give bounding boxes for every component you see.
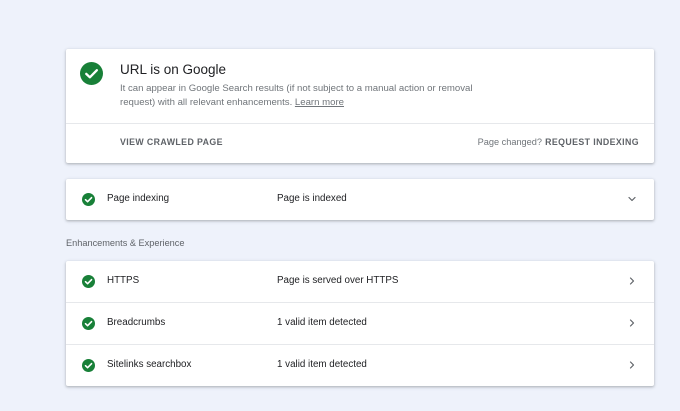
enhancement-row-sitelinks-searchbox[interactable]: Sitelinks searchbox 1 valid item detecte…	[66, 344, 654, 386]
enhancements-section-title: Enhancements & Experience	[66, 238, 185, 248]
enhancement-row-breadcrumbs[interactable]: Breadcrumbs 1 valid item detected	[66, 302, 654, 344]
chevron-down-icon[interactable]	[626, 193, 638, 205]
page-indexing-label: Page indexing	[107, 193, 170, 204]
url-status-actions: VIEW CRAWLED PAGE Page changed? REQUEST …	[66, 124, 654, 163]
enhancements-card: HTTPS Page is served over HTTPS Breadcru…	[66, 261, 654, 386]
page-indexing-status: Page is indexed	[277, 193, 347, 204]
enhancement-label: Breadcrumbs	[107, 317, 166, 328]
enhancement-status: 1 valid item detected	[277, 317, 367, 328]
learn-more-link[interactable]: Learn more	[295, 97, 344, 108]
url-status-card: URL is on Google It can appear in Google…	[66, 49, 654, 163]
success-check-icon	[82, 317, 95, 330]
url-status-title: URL is on Google	[120, 62, 227, 77]
chevron-right-icon[interactable]	[626, 359, 638, 371]
chevron-right-icon[interactable]	[626, 317, 638, 329]
page-indexing-row[interactable]: Page indexing Page is indexed	[66, 179, 654, 220]
success-check-icon	[82, 359, 95, 372]
success-check-icon	[82, 275, 95, 288]
url-status-description: It can appear in Google Search results (…	[120, 82, 500, 109]
page-indexing-card: Page indexing Page is indexed	[66, 179, 654, 220]
page-changed-label: Page changed?	[477, 137, 542, 147]
enhancement-label: Sitelinks searchbox	[107, 359, 192, 370]
enhancement-status: 1 valid item detected	[277, 359, 367, 370]
success-check-icon	[82, 193, 95, 206]
view-crawled-page-button[interactable]: VIEW CRAWLED PAGE	[120, 137, 223, 147]
url-inspection-page: URL is on Google It can appear in Google…	[0, 0, 680, 411]
enhancement-label: HTTPS	[107, 275, 140, 286]
url-status-header: URL is on Google It can appear in Google…	[66, 49, 654, 123]
chevron-right-icon[interactable]	[626, 275, 638, 287]
success-check-icon	[80, 62, 103, 85]
enhancement-status: Page is served over HTTPS	[277, 275, 399, 286]
enhancement-row-https[interactable]: HTTPS Page is served over HTTPS	[66, 261, 654, 302]
request-indexing-button[interactable]: REQUEST INDEXING	[545, 137, 639, 147]
